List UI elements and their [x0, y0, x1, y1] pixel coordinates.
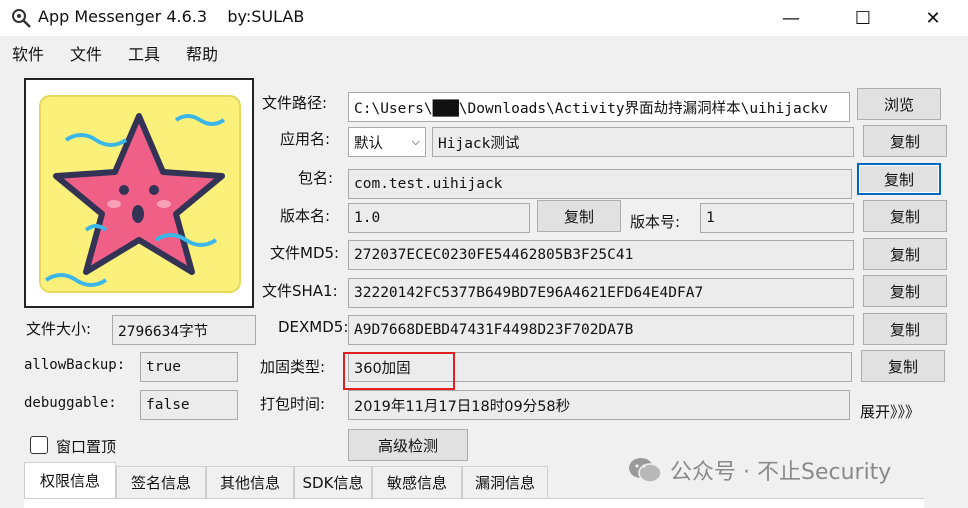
close-icon: ✕ [925, 7, 941, 29]
copy-md5-button[interactable]: 复制 [863, 238, 947, 270]
dexmd5-field[interactable]: A9D7668DEBD47431F4498D23F702DA7B [348, 315, 854, 345]
minimize-button[interactable]: — [768, 0, 814, 36]
copy-sha1-button[interactable]: 复制 [863, 275, 947, 307]
close-button[interactable]: ✕ [910, 0, 956, 36]
sha1-label: 文件SHA1: [262, 282, 338, 300]
minimize-icon: — [782, 7, 800, 29]
appname-label: 应用名: [280, 130, 331, 148]
packtime-field[interactable]: 2019年11月17日18时09分58秒 [348, 390, 850, 420]
highlight-box [343, 352, 455, 390]
allowbackup-label: allowBackup: [24, 357, 126, 373]
window-title: App Messenger 4.6.3 by:SULAB [38, 7, 305, 26]
protect-label: 加固类型: [260, 358, 326, 376]
appname-select[interactable]: 默认 ⌵ [348, 127, 426, 157]
filesize-label: 文件大小: [26, 320, 92, 338]
package-field[interactable]: com.test.uihijack [348, 169, 852, 199]
copy-package-button[interactable]: 复制 [857, 163, 941, 195]
tab-vulnerability[interactable]: 漏洞信息 [462, 466, 548, 498]
version-code-label: 版本号: [630, 213, 681, 231]
menu-help[interactable]: 帮助 [186, 41, 218, 65]
packtime-label: 打包时间: [260, 395, 326, 413]
maximize-icon: ☐ [854, 7, 872, 29]
app-icon-frame [24, 78, 254, 308]
dexmd5-label: DEXMD5: [278, 318, 349, 336]
browse-button[interactable]: 浏览 [857, 88, 941, 120]
md5-label: 文件MD5: [270, 244, 340, 262]
topmost-label: 窗口置顶 [56, 438, 117, 456]
path-field[interactable]: C:\Users\███\Downloads\Activity界面劫持漏洞样本\… [348, 92, 850, 122]
tab-signature[interactable]: 签名信息 [116, 466, 206, 498]
appname-field[interactable]: Hijack测试 [432, 127, 854, 157]
copy-version-name-button[interactable]: 复制 [537, 200, 621, 232]
version-name-field[interactable]: 1.0 [348, 203, 530, 233]
copy-dexmd5-button[interactable]: 复制 [863, 313, 947, 345]
advanced-check-button[interactable]: 高级检测 [348, 429, 468, 461]
chevron-down-icon: ⌵ [411, 135, 420, 148]
debuggable-label: debuggable: [24, 395, 117, 411]
maximize-button[interactable]: ☐ [840, 0, 886, 36]
path-label: 文件路径: [262, 94, 328, 112]
menu-software[interactable]: 软件 [12, 41, 44, 65]
debuggable-field[interactable]: false [140, 390, 238, 420]
tab-content [24, 498, 924, 508]
version-code-field[interactable]: 1 [700, 203, 854, 233]
tab-sdk[interactable]: SDK信息 [294, 466, 372, 498]
copy-version-code-button[interactable]: 复制 [863, 200, 947, 232]
tab-sensitive[interactable]: 敏感信息 [372, 466, 462, 498]
topmost-checkbox[interactable] [30, 436, 48, 454]
version-name-label: 版本名: [280, 207, 331, 225]
tab-permissions[interactable]: 权限信息 [24, 462, 116, 498]
allowbackup-field[interactable]: true [140, 352, 238, 382]
menu-file[interactable]: 文件 [70, 41, 102, 65]
package-label: 包名: [298, 169, 334, 187]
md5-field[interactable]: 272037ECEC0230FE54462805B3F25C41 [348, 240, 854, 270]
appname-select-value: 默认 [354, 135, 383, 152]
filesize-field[interactable]: 2796634字节 [112, 315, 256, 345]
watermark: 公众号 · 不止Security [628, 452, 948, 488]
sha1-field[interactable]: 32220142FC5377B649BD7E96A4621EFD64E4DFA7 [348, 278, 854, 308]
app-icon [10, 7, 32, 29]
watermark-text: 公众号 · 不止Security [670, 460, 892, 485]
copy-appname-button[interactable]: 复制 [863, 125, 947, 157]
tab-other[interactable]: 其他信息 [206, 466, 294, 498]
copy-protect-button[interactable]: 复制 [861, 350, 945, 382]
wechat-icon [629, 458, 662, 483]
app-icon-image [39, 95, 241, 293]
expand-link[interactable]: 展开》》》 [860, 401, 920, 422]
menu-tools[interactable]: 工具 [128, 41, 160, 65]
